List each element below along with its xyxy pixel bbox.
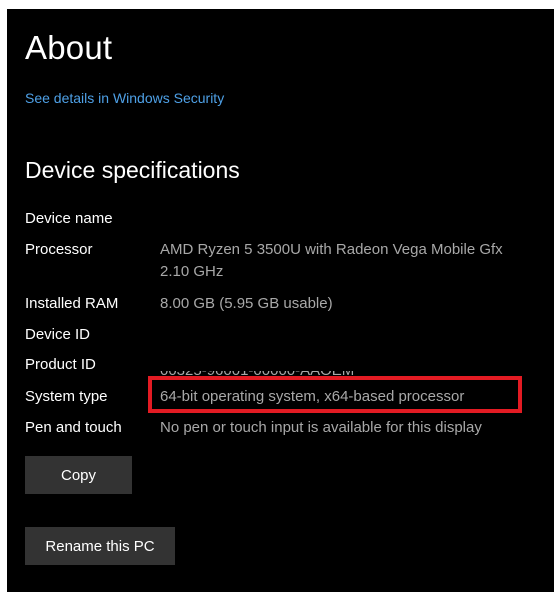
processor-speed-value: 2.10 GHz (160, 263, 224, 280)
pen-and-touch-value: No pen or touch input is available for t… (160, 419, 482, 436)
about-settings-panel: About See details in Windows Security De… (7, 9, 554, 592)
product-id-label: Product ID (25, 356, 96, 373)
system-type-label: System type (25, 388, 108, 405)
rename-pc-button[interactable]: Rename this PC (25, 527, 175, 565)
processor-label: Processor (25, 241, 93, 258)
windows-security-link[interactable]: See details in Windows Security (25, 90, 224, 106)
red-highlight-box (148, 376, 522, 413)
pen-and-touch-label: Pen and touch (25, 419, 122, 436)
installed-ram-label: Installed RAM (25, 295, 119, 312)
installed-ram-value: 8.00 GB (5.95 GB usable) (160, 295, 333, 312)
page-title: About (25, 29, 113, 66)
device-specifications-heading: Device specifications (25, 157, 240, 183)
device-id-label: Device ID (25, 326, 91, 343)
device-name-label: Device name (25, 210, 113, 227)
processor-value: AMD Ryzen 5 3500U with Radeon Vega Mobil… (160, 241, 503, 258)
copy-button[interactable]: Copy (25, 456, 132, 494)
